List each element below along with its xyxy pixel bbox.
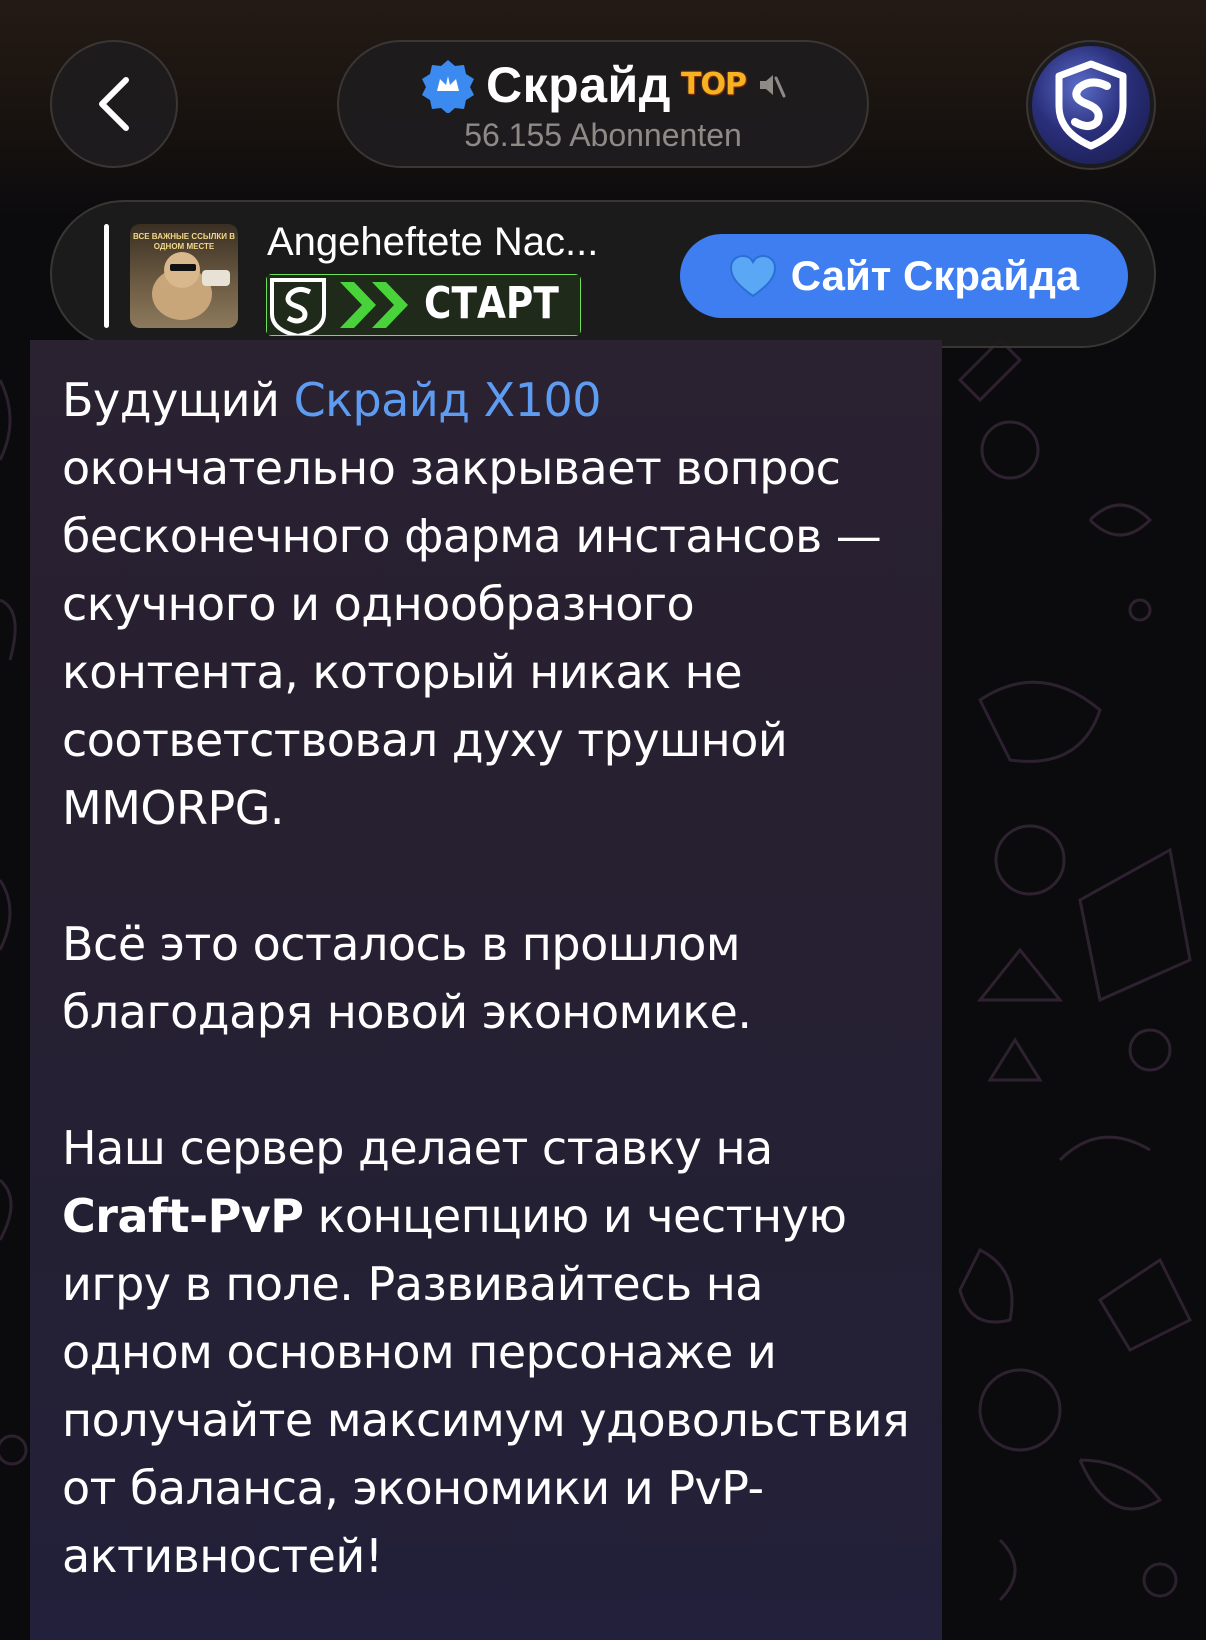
subscriber-count: 56.155 Abonnenten [464, 116, 742, 153]
message-paragraph-1: Будущий Скрайд X100 окончательно закрывае… [62, 366, 912, 842]
message-paragraph-2: Всё это осталось в прошлом благодаря нов… [62, 910, 912, 1046]
pinned-banner-image: СТАРТ [266, 274, 581, 336]
message-p1-rest: окончательно закрывает вопрос бесконечно… [62, 441, 882, 835]
pinned-thumbnail: ВСЕ ВАЖНЫЕ ССЫЛКИ В ОДНОМ МЕСТЕ [130, 224, 238, 328]
pinned-thumbnail-art [152, 252, 230, 320]
message-p3-lead: Наш сервер делает ставку на [62, 1121, 773, 1175]
pinned-message-bar[interactable]: ВСЕ ВАЖНЫЕ ССЫЛКИ В ОДНОМ МЕСТЕ Angeheft… [50, 200, 1156, 348]
pinned-banner-label: СТАРТ [424, 278, 559, 329]
pinned-indicator [104, 224, 109, 328]
message-link-skraid-x100[interactable]: Скрайд X100 [294, 373, 602, 427]
channel-title-row: Скрайд TOP [420, 55, 786, 115]
message-bold-craft-pvp: Craft-PvP [62, 1189, 304, 1243]
back-button[interactable] [50, 40, 178, 168]
channel-avatar[interactable] [1026, 40, 1156, 170]
message-paragraph-3: Наш сервер делает ставку на Craft-PvP кон… [62, 1114, 912, 1590]
message-p2-text: Всё это осталось в прошлом благодаря нов… [62, 917, 752, 1039]
site-link-button-label: Сайт Скрайда [790, 252, 1080, 299]
message-p3-rest: концепцию и честную игру в поле. Развива… [62, 1189, 910, 1583]
message-text: Будущий Скрайд X100 окончательно закрывае… [62, 366, 912, 1590]
top-badge: TOP [681, 67, 747, 102]
message-p1-lead: Будущий [62, 373, 294, 427]
muted-speaker-icon [759, 74, 786, 97]
channel-name: Скрайд [486, 56, 671, 113]
back-chevron-icon [99, 77, 129, 131]
blue-heart-icon [729, 254, 777, 298]
channel-title-pill[interactable]: Скрайд TOP 56.155 Abonnenten [337, 40, 869, 168]
avatar-image [1032, 46, 1150, 164]
pinned-title: Angeheftete Nac... [267, 220, 599, 264]
dragon-shield-icon [1055, 60, 1127, 150]
verified-badge-icon [422, 59, 475, 113]
site-link-button[interactable]: Сайт Скрайда [680, 234, 1128, 318]
